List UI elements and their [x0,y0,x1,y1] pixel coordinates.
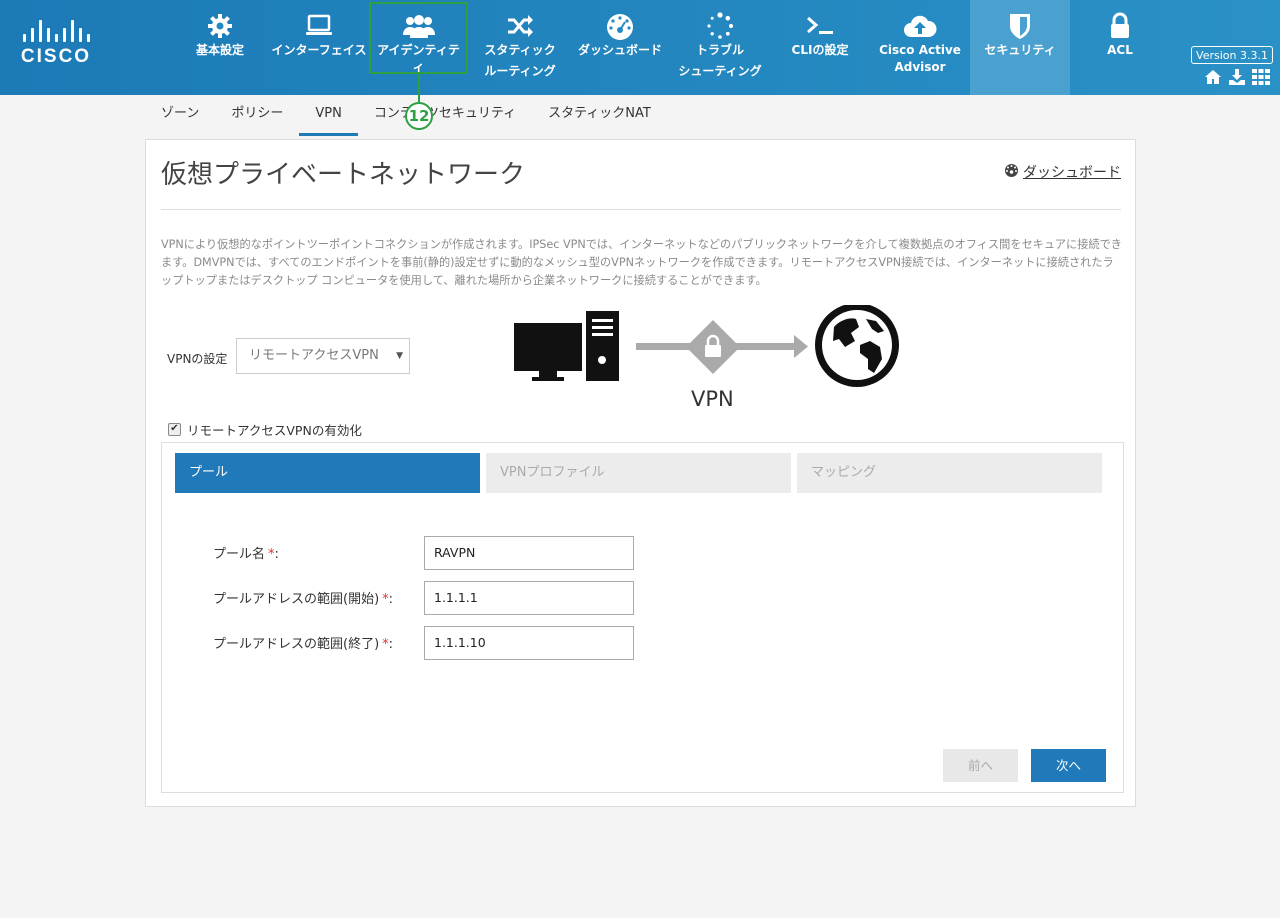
top-navigation-bar: CISCO 基本設定 インターフェイス アイデンティティ スタティック ルーティ… [0,0,1280,95]
nav-item-security[interactable]: セキュリティ [970,0,1070,95]
vpn-tunnel-arrow-icon [636,320,808,374]
cisco-logo: CISCO [14,18,98,68]
diagram-vpn-label: VPN [691,387,734,411]
nav-item-acl[interactable]: ACL [1080,0,1160,95]
nav-label: インターフェイス [271,43,367,57]
gauge-icon [573,10,667,42]
shield-icon [970,10,1070,42]
subtab-static-nat[interactable]: スタティックNAT [532,96,667,136]
vpn-setting-value: リモートアクセスVPN [249,348,379,363]
nav-item-cli-settings[interactable]: CLIの設定 [782,0,858,95]
nav-item-basic-settings[interactable]: 基本設定 [185,0,255,95]
desktop-computer-icon [514,311,619,381]
lock-icon [1080,10,1160,42]
shuffle-icon [476,10,564,42]
download-icon[interactable] [1228,69,1246,89]
grid-apps-icon[interactable] [1252,69,1270,89]
wizard-tab-pool[interactable]: プール [175,453,480,493]
nav-label: CLIの設定 [791,43,849,57]
vpn-setting-label: VPNの設定 [167,352,228,366]
nav-label-line2: ルーティング [484,64,556,78]
enable-vpn-label: リモートアクセスVPNの有効化 [187,423,362,438]
nav-label: セキュリティ [984,43,1056,57]
cisco-logo-text: CISCO [20,46,92,67]
nav-item-cisco-active-advisor[interactable]: Cisco Active Advisor [874,0,966,95]
vpn-setting-select[interactable]: リモートアクセスVPN ▼ [236,338,410,374]
pool-range-start-input[interactable]: 1.1.1.1 [424,581,634,615]
nav-label: トラブル [695,43,744,57]
nav-label-line2: シューティング [678,64,762,78]
nav-item-troubleshooting[interactable]: トラブル シューティング [673,0,767,95]
wizard-tab-vpn-profile[interactable]: VPNプロファイル [486,453,791,493]
caret-down-icon: ▼ [396,351,403,361]
pool-name-input[interactable]: RAVPN [424,536,634,570]
vpn-description: VPNにより仮想的なポイントツーポイントコネクションが作成されます。IPSec … [161,238,1122,287]
nav-label: Cisco Active [879,43,961,57]
terminal-icon [782,10,858,42]
page-title: 仮想プライベートネットワーク [161,160,526,190]
subtab-policy[interactable]: ポリシー [215,96,299,136]
pool-range-end-label: プールアドレスの範囲(終了) *: [213,637,394,652]
cloud-upload-icon [874,10,966,42]
header-tools [1204,69,1270,89]
wizard-container: プール VPNプロファイル マッピング プール名 *: RAVPN プールアドレス… [161,442,1124,793]
pool-range-start-label: プールアドレスの範囲(開始) *: [213,592,394,607]
enable-vpn-checkbox[interactable]: ✔ [168,423,181,436]
nav-item-interface[interactable]: インターフェイス [267,0,371,95]
nav-item-static-routing[interactable]: スタティック ルーティング [476,0,564,95]
identity-highlight-box [369,2,468,74]
next-button[interactable]: 次へ [1031,749,1106,782]
gauge-icon [1004,163,1019,181]
dashboard-link-label: ダッシュボード [1023,165,1121,181]
pool-range-end-input[interactable]: 1.1.1.10 [424,626,634,660]
subtab-content-security[interactable]: コンテンツセキュリティ [358,96,532,136]
title-divider [161,209,1121,210]
globe-icon [815,305,899,387]
nav-label: 基本設定 [195,43,244,57]
gear-icon [185,10,255,42]
pool-name-label: プール名 *: [213,547,279,562]
prev-button[interactable]: 前へ [943,749,1018,782]
nav-label-line2: Advisor [894,60,946,74]
home-icon[interactable] [1204,69,1222,89]
step-callout-badge: 12 [405,102,433,130]
monitor-icon [267,10,371,42]
nav-item-dashboard[interactable]: ダッシュボード [573,0,667,95]
version-badge: Version 3.3.1 [1191,46,1273,64]
cisco-logo-bars-icon [14,18,98,42]
nav-label: ACL [1107,43,1133,57]
subtab-vpn[interactable]: VPN [299,96,358,136]
spinner-icon [673,10,767,42]
wizard-tab-mapping[interactable]: マッピング [797,453,1102,493]
nav-label: ダッシュボード [577,43,662,57]
enable-remote-access-vpn[interactable]: ✔ リモートアクセスVPNの有効化 [168,420,362,439]
subtab-zone[interactable]: ゾーン [145,96,215,136]
vpn-panel: 仮想プライベートネットワーク ダッシュボード VPNにより仮想的なポイントツーポ… [145,139,1136,807]
dashboard-link[interactable]: ダッシュボード [1004,162,1121,182]
nav-label: スタティック [484,43,556,57]
